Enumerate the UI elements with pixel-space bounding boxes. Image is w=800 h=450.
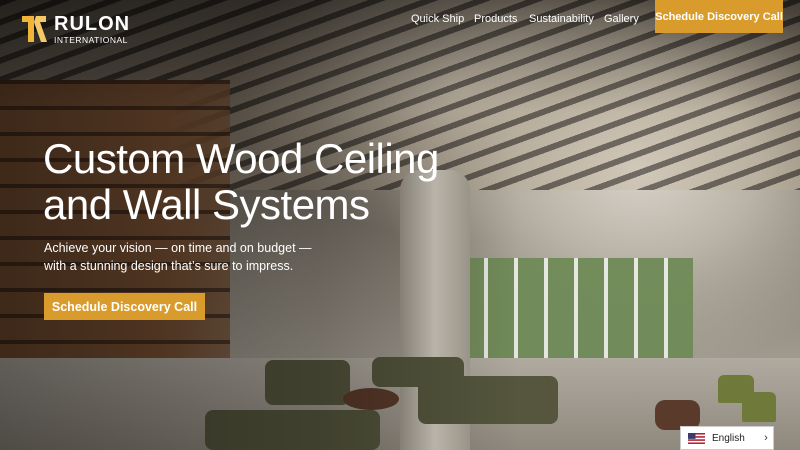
nav-sustainability[interactable]: Sustainability (529, 13, 594, 25)
nav-products[interactable]: Products (474, 13, 517, 25)
hero-subtitle-line-2: with a stunning design that’s sure to im… (44, 259, 294, 273)
hero-title-line-1: Custom Wood Ceiling (43, 135, 439, 182)
language-selector[interactable]: English › (680, 426, 774, 450)
nav-quick-ship[interactable]: Quick Ship (411, 13, 464, 25)
hero-title-line-2: and Wall Systems (43, 181, 370, 228)
hero-title: Custom Wood Ceiling and Wall Systems (43, 136, 463, 228)
hero-subtitle-line-1: Achieve your vision — on time and on bud… (44, 241, 312, 255)
us-flag-icon (688, 432, 705, 444)
nav-gallery[interactable]: Gallery (604, 13, 639, 25)
language-label: English (712, 432, 745, 444)
brand-logo[interactable]: RULON INTERNATIONAL (20, 12, 130, 46)
brand-name: RULON (54, 12, 131, 35)
header-schedule-call-button[interactable]: Schedule Discovery Call (655, 0, 783, 33)
rulon-logo-icon (22, 16, 47, 42)
hero-schedule-call-button[interactable]: Schedule Discovery Call (44, 293, 205, 320)
brand-subtitle: INTERNATIONAL (54, 34, 128, 45)
chevron-right-icon: › (764, 432, 768, 444)
hero-subtitle: Achieve your vision — on time and on bud… (44, 239, 334, 275)
